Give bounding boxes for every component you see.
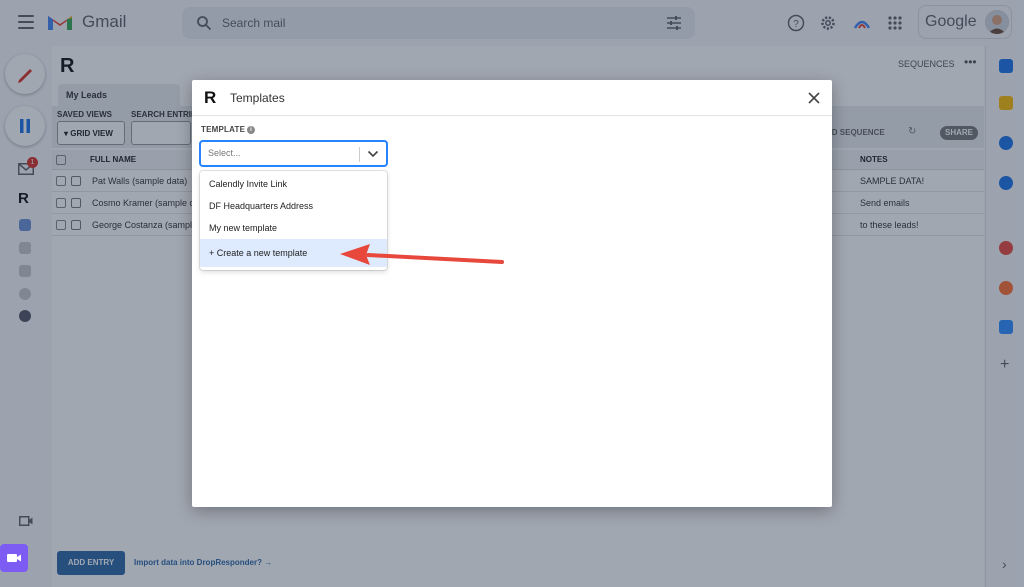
chevron-down-icon[interactable] [367, 150, 379, 158]
modal-title: Templates [230, 91, 285, 105]
template-select[interactable]: Select... [200, 141, 387, 166]
template-field-label: TEMPLATE [201, 125, 246, 134]
select-separator [359, 147, 360, 162]
modal-logo: R [204, 88, 217, 107]
annotation-arrow-icon [340, 244, 504, 265]
info-icon[interactable]: i [247, 126, 255, 134]
video-camera-icon [7, 554, 21, 562]
template-option[interactable]: My new template [200, 217, 387, 239]
templates-modal: R Templates TEMPLATE i Select... Calendl… [192, 80, 832, 507]
close-icon[interactable] [806, 90, 822, 106]
floating-video-button[interactable] [0, 544, 28, 572]
template-select-placeholder: Select... [208, 148, 241, 158]
template-option[interactable]: DF Headquarters Address [200, 195, 387, 217]
modal-header: R Templates [192, 80, 832, 116]
template-option[interactable]: Calendly Invite Link [200, 173, 387, 195]
